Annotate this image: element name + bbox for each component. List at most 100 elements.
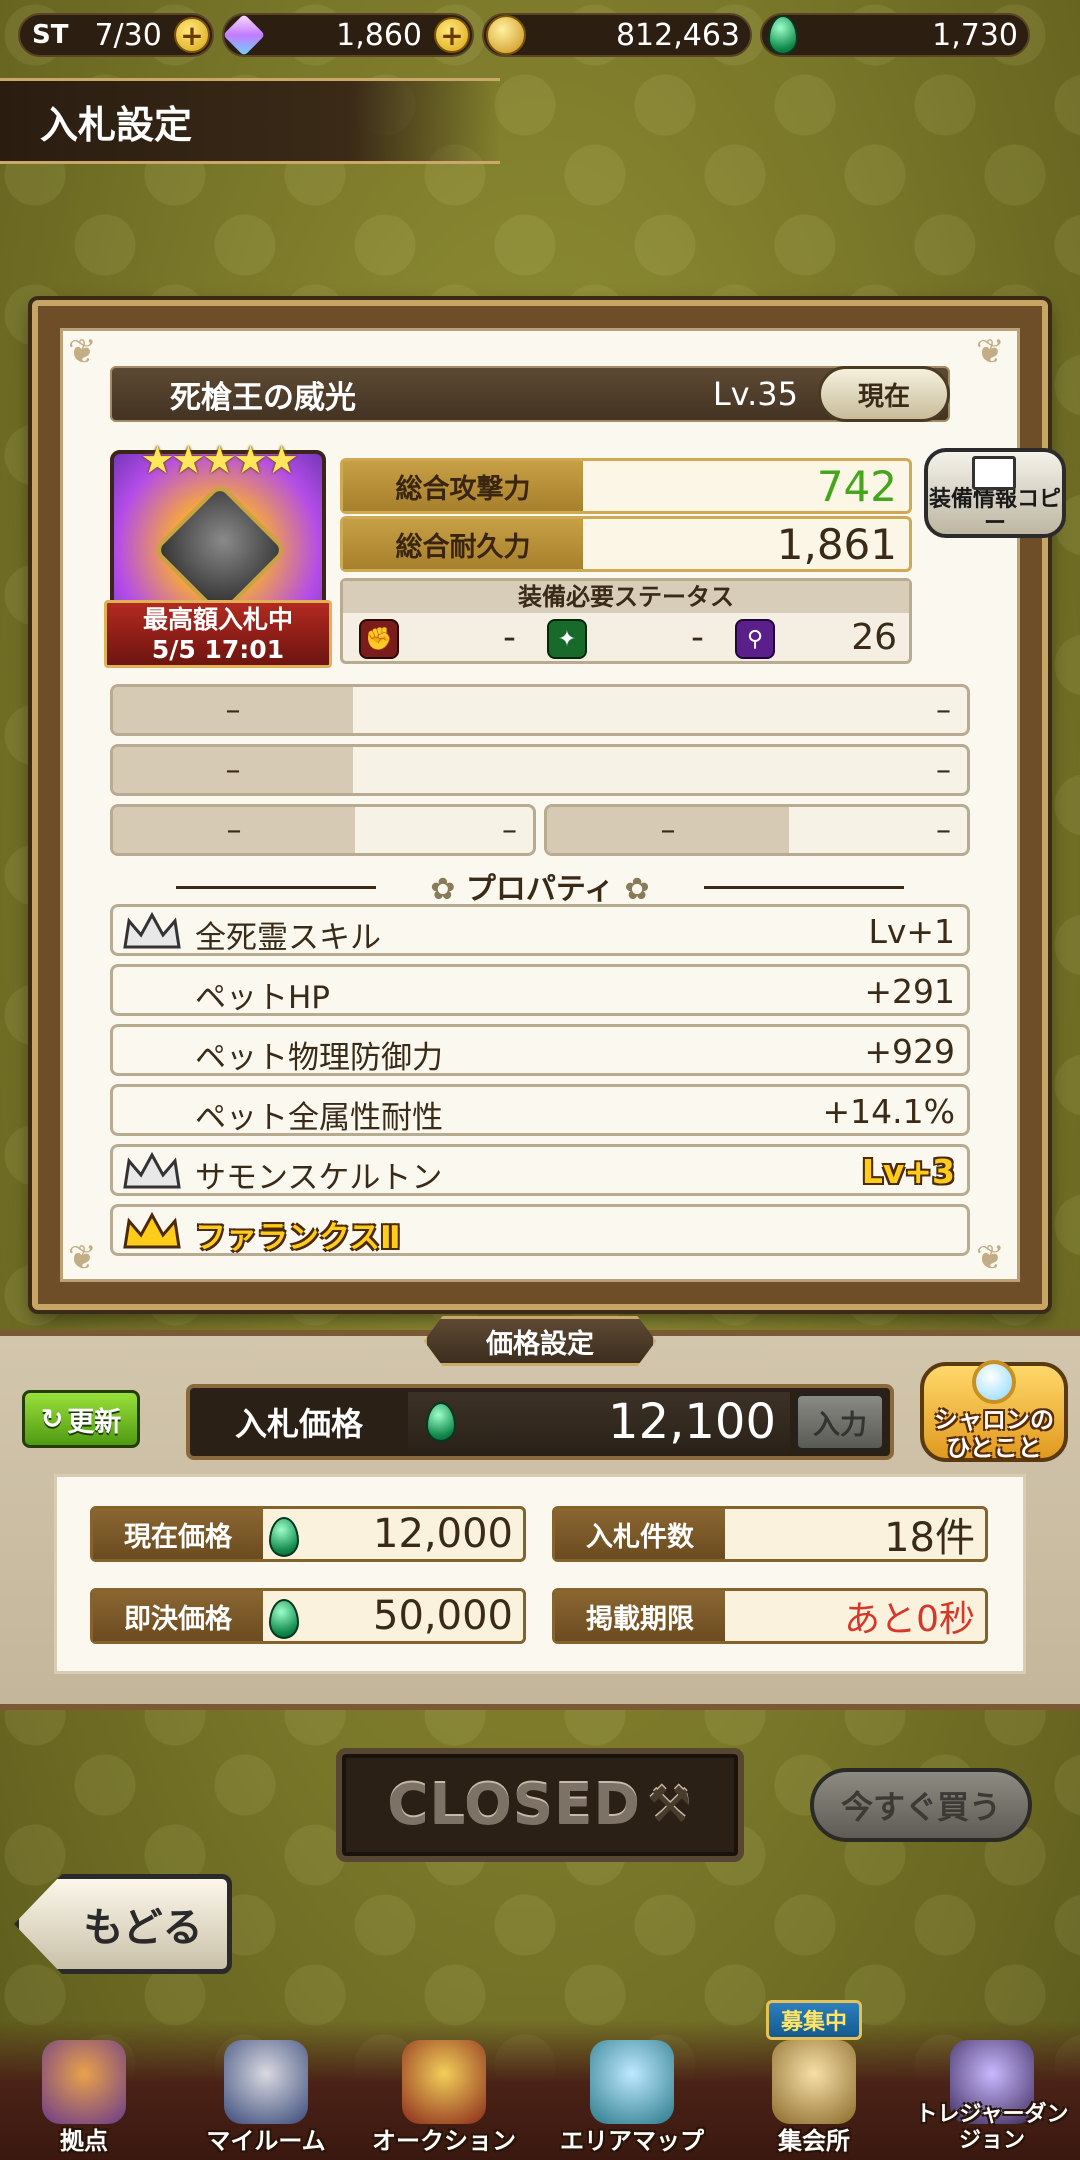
substat-row: – – — [110, 804, 536, 856]
emerald-icon — [768, 15, 798, 55]
property-name: ペット全属性耐性 — [195, 1100, 443, 1136]
sharon-advice-line2: ひとこと — [946, 1434, 1042, 1462]
nav-item-auction[interactable]: オークション — [364, 2030, 524, 2160]
attack-label: 総合攻撃力 — [343, 461, 583, 511]
bid-price-label: 入札価格 — [234, 1405, 363, 1443]
nav-item-base[interactable]: 拠点 — [4, 2030, 164, 2160]
current-price-field: 12,000 — [263, 1509, 523, 1559]
magnifier-icon — [972, 1360, 1016, 1404]
property-name: ペットHP — [195, 980, 331, 1016]
closed-button[interactable]: CLOSED ⚒ — [336, 1748, 744, 1862]
substat-left: – — [113, 747, 353, 793]
input-button[interactable]: 入力 — [796, 1394, 884, 1450]
property-value: +291 — [864, 972, 955, 1011]
refresh-icon: ↻ — [40, 1403, 64, 1435]
nav-item-assembly-hall[interactable]: 集会所 — [734, 2030, 894, 2160]
bid-count-label: 入札件数 — [555, 1509, 725, 1559]
nav-item-area-map[interactable]: エリアマップ — [552, 2030, 712, 2160]
req-dexterity-value: - — [691, 617, 704, 658]
magic-wand-icon: ⚲ — [735, 619, 775, 659]
emerald-value: 1,730 — [932, 17, 1018, 53]
property-name: 全死霊スキル — [195, 920, 381, 956]
sharon-advice-line1: シャロンの — [934, 1406, 1054, 1434]
crown-gold-icon — [123, 1211, 181, 1249]
sharon-advice-button[interactable]: シャロンの ひとこと — [920, 1360, 1068, 1462]
sword-shield-icon — [224, 2040, 308, 2124]
nav-label: エリアマップ — [560, 2127, 704, 2155]
item-name: 死槍王の威光 — [170, 379, 356, 416]
stamina-label: ST — [32, 20, 69, 50]
current-price-value: 12,000 — [373, 1511, 513, 1557]
bid-price-box: 入札価格 12,100 入力 — [186, 1384, 894, 1460]
property-value: Lv+1 — [868, 912, 955, 951]
copy-equipment-info-button[interactable]: 装備情報コピー — [924, 448, 1066, 538]
bid-price-field[interactable]: 12,100 — [408, 1392, 790, 1452]
nav-label: トレジャーダンジョン — [915, 2102, 1069, 2153]
substat-left: – — [113, 687, 353, 733]
ornament-corner-icon: ❦ — [68, 1238, 97, 1278]
substat-left: – — [113, 807, 355, 853]
gavel-icon — [402, 2040, 486, 2124]
buyout-price-value: 50,000 — [373, 1593, 513, 1639]
ornament-icon: ✿ — [430, 872, 466, 907]
gavel-icon: ⚒ — [646, 1776, 693, 1834]
price-info-panel — [54, 1474, 1026, 1674]
item-level: Lv.35 — [712, 375, 798, 413]
emerald-icon — [269, 1517, 299, 1557]
property-name: サモンスケルトン — [195, 1160, 443, 1196]
gems-pill: 1,860 + — [222, 13, 474, 57]
gems-value: 1,860 — [336, 17, 422, 53]
refresh-button[interactable]: ↻ 更新 — [22, 1390, 140, 1448]
bid-count: 入札件数 18件 — [552, 1506, 988, 1562]
substat-right: – — [936, 752, 951, 788]
durability-value: 1,861 — [776, 519, 897, 569]
property-row: 全死霊スキル Lv+1 — [110, 904, 970, 956]
listing-deadline: 掲載期限 あと0秒 — [552, 1588, 988, 1644]
crown-silver-icon — [123, 1151, 181, 1189]
now-button[interactable]: 現在 — [818, 366, 950, 422]
dexterity-star-icon: ✦ — [547, 619, 587, 659]
add-gems-plus-icon[interactable]: + — [434, 17, 470, 53]
property-value: Lv+3 — [861, 1152, 955, 1191]
bid-time-text: 5/5 17:01 — [151, 635, 285, 664]
property-row: ペットHP +291 — [110, 964, 970, 1016]
attack-value: 742 — [816, 461, 897, 511]
tent-castle-icon — [42, 2040, 126, 2124]
req-strength-value: - — [503, 617, 516, 658]
stamina-value: 7/30 — [94, 17, 162, 53]
nav-item-myroom[interactable]: マイルーム — [186, 2030, 346, 2160]
resource-bar: ST 7/30 + 1,860 + 812,463 1,730 — [18, 12, 1062, 58]
listing-deadline-label: 掲載期限 — [555, 1591, 725, 1641]
property-value: +929 — [864, 1032, 955, 1071]
diamond-gem-icon — [222, 13, 266, 57]
property-value: +14.1% — [822, 1092, 955, 1131]
substat-row: – – — [544, 804, 970, 856]
substat-row: – – — [110, 684, 970, 736]
substat-right: – — [936, 692, 951, 728]
required-status-row: ✊ - ✦ - ⚲ 26 — [343, 613, 909, 663]
document-copy-icon — [972, 456, 1016, 490]
buyout-price: 即決価格 50,000 — [90, 1588, 526, 1644]
substat-right: – — [936, 812, 951, 848]
buy-now-button[interactable]: 今すぐ買う — [810, 1768, 1032, 1842]
nav-item-treasure-dungeon[interactable]: トレジャーダンジョン — [912, 2030, 1072, 2160]
nav-label: マイルーム — [206, 2127, 326, 2155]
attack-stat: 総合攻撃力 742 — [340, 458, 912, 514]
map-icon — [590, 2040, 674, 2124]
stamina-pill: ST 7/30 + — [18, 13, 214, 57]
gold-pill: 812,463 — [482, 13, 752, 57]
gold-coin-icon — [486, 15, 526, 55]
people-icon — [772, 2040, 856, 2124]
ornament-corner-icon: ❦ — [68, 332, 97, 372]
add-stamina-plus-icon[interactable]: + — [174, 17, 210, 53]
required-status-title: 装備必要ステータス — [343, 581, 909, 613]
properties-title-text: プロパティ — [465, 872, 615, 907]
durability-label: 総合耐久力 — [343, 519, 583, 569]
ornament-corner-icon: ❦ — [976, 332, 1005, 372]
property-name: ファランクスⅡ — [195, 1220, 401, 1256]
substat-left: – — [547, 807, 789, 853]
highest-bid-ribbon: 最高額入札中 5/5 17:01 — [104, 600, 332, 668]
gold-value: 812,463 — [615, 17, 740, 53]
ornament-corner-icon: ❦ — [976, 1238, 1005, 1278]
current-price: 現在価格 12,000 — [90, 1506, 526, 1562]
